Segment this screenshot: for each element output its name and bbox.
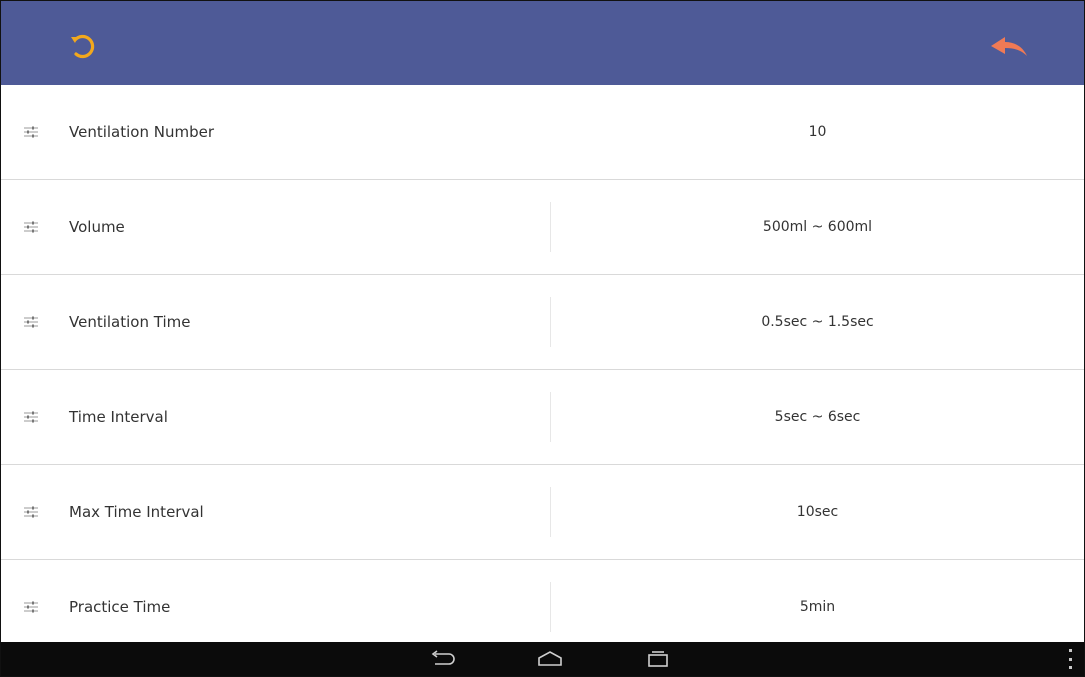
setting-row-ventilation-time[interactable]: Ventilation Time 0.5sec ~ 1.5sec	[1, 275, 1084, 370]
setting-label: Ventilation Number	[69, 123, 214, 141]
slider-settings-icon	[24, 316, 38, 328]
top-bar	[1, 1, 1084, 85]
setting-row-max-time-interval[interactable]: Max Time Interval 10sec	[1, 465, 1084, 560]
app-window: Ventilation Number 10 Volume 500ml ~ 600…	[0, 0, 1085, 677]
setting-label: Practice Time	[69, 598, 171, 616]
setting-value[interactable]: 0.5sec ~ 1.5sec	[551, 314, 1084, 330]
slider-settings-icon	[24, 601, 38, 613]
setting-label: Ventilation Time	[69, 313, 191, 331]
setting-row-volume[interactable]: Volume 500ml ~ 600ml	[1, 180, 1084, 275]
setting-value[interactable]: 5min	[551, 599, 1084, 615]
refresh-icon	[71, 34, 95, 59]
slider-settings-icon	[24, 126, 38, 138]
slider-settings-icon	[24, 411, 38, 423]
setting-label: Volume	[69, 218, 125, 236]
setting-row-practice-time[interactable]: Practice Time 5min	[1, 560, 1084, 654]
slider-settings-icon	[24, 221, 38, 233]
settings-list: Ventilation Number 10 Volume 500ml ~ 600…	[1, 85, 1084, 654]
slider-settings-icon	[24, 506, 38, 518]
setting-value[interactable]: 500ml ~ 600ml	[551, 219, 1084, 235]
setting-value[interactable]: 10	[551, 124, 1084, 140]
setting-row-time-interval[interactable]: Time Interval 5sec ~ 6sec	[1, 370, 1084, 465]
recent-apps-icon	[648, 651, 668, 667]
home-icon	[538, 651, 562, 666]
setting-label: Max Time Interval	[69, 503, 204, 521]
nav-home-button[interactable]	[533, 648, 567, 670]
refresh-button[interactable]	[65, 29, 101, 65]
setting-row-ventilation-number[interactable]: Ventilation Number 10	[1, 85, 1084, 180]
back-arrow-icon	[991, 37, 1027, 56]
setting-value[interactable]: 5sec ~ 6sec	[551, 409, 1084, 425]
back-icon	[431, 650, 455, 665]
setting-label: Time Interval	[69, 408, 168, 426]
setting-value[interactable]: 10sec	[551, 504, 1084, 520]
system-nav-bar	[1, 642, 1084, 676]
nav-recent-apps-button[interactable]	[641, 648, 675, 670]
menu-icon[interactable]	[1065, 649, 1075, 669]
nav-back-button[interactable]	[425, 648, 459, 670]
back-button[interactable]	[987, 31, 1031, 63]
